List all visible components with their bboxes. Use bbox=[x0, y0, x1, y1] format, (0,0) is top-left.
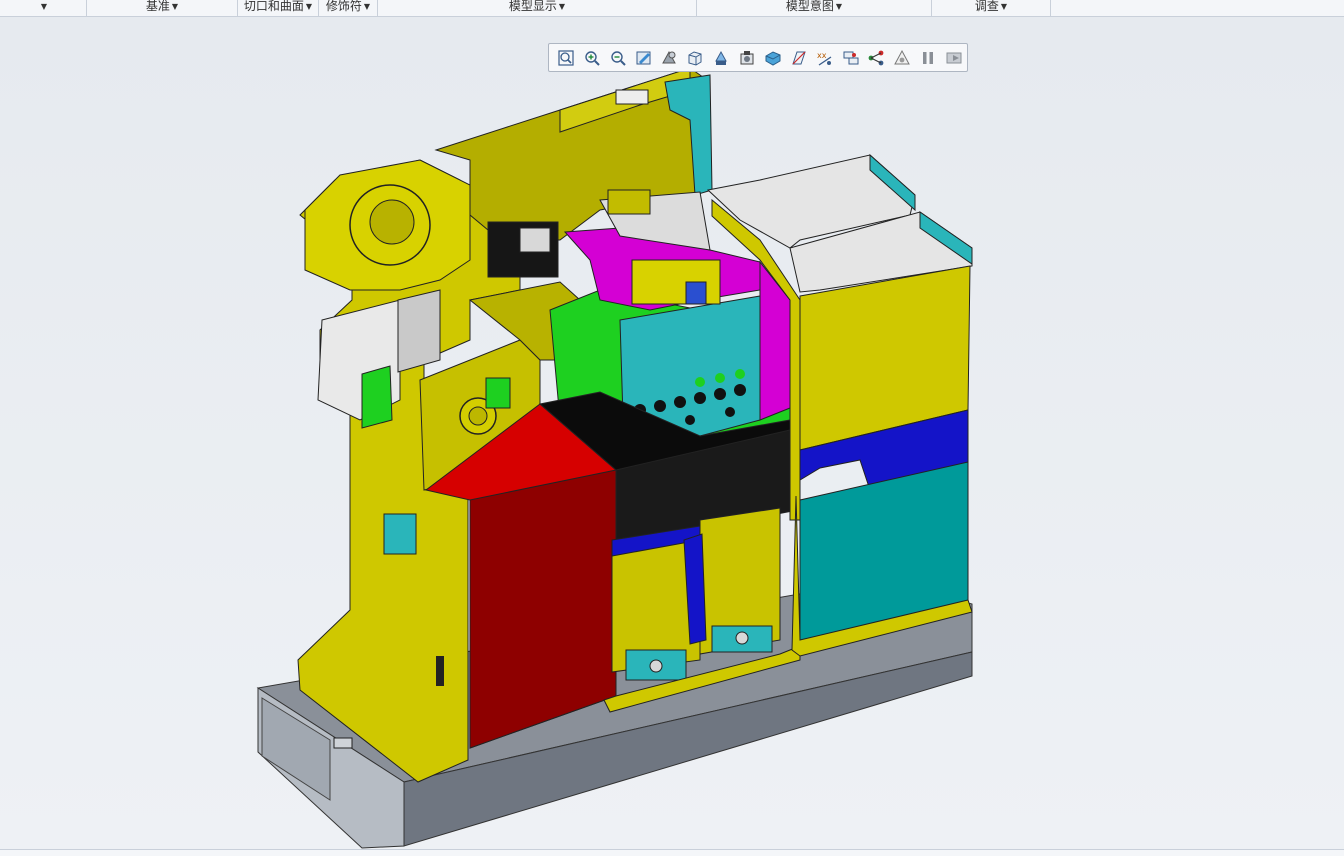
perspective-icon[interactable] bbox=[734, 45, 760, 71]
saved-orientations-icon[interactable] bbox=[682, 45, 708, 71]
view-manager-icon[interactable] bbox=[708, 45, 734, 71]
chevron-down-icon: ▼ bbox=[40, 2, 48, 11]
spin-center-icon[interactable] bbox=[838, 45, 864, 71]
svg-text:xx: xx bbox=[817, 51, 827, 60]
chevron-down-icon: ▼ bbox=[1000, 2, 1008, 11]
green-clip-left bbox=[361, 365, 393, 429]
cancel-regen-icon[interactable] bbox=[941, 45, 967, 71]
ribbon-group-investigate[interactable]: 调查 ▼ bbox=[932, 0, 1051, 16]
grey-bracket bbox=[397, 289, 441, 373]
datum-display-icon[interactable] bbox=[786, 45, 812, 71]
pause-icon[interactable] bbox=[915, 45, 941, 71]
ribbon-group-model-intent[interactable]: 模型意图 ▼ bbox=[697, 0, 932, 16]
zoom-out-icon[interactable] bbox=[605, 45, 631, 71]
knob-center bbox=[468, 406, 488, 426]
node-filter-icon[interactable] bbox=[864, 45, 890, 71]
hinge-bracket bbox=[607, 189, 651, 215]
cad-model-3d-view[interactable] bbox=[0, 17, 1344, 849]
ribbon-group-cut-surface[interactable]: 切口和曲面 ▼ bbox=[238, 0, 319, 16]
ribbon-group-modifiers[interactable]: 修饰符 ▼ bbox=[319, 0, 378, 16]
chevron-down-icon: ▼ bbox=[363, 2, 371, 11]
chevron-down-icon: ▼ bbox=[305, 2, 313, 11]
graphics-toolbar: xx bbox=[548, 43, 968, 72]
ribbon-group-label: 修饰符 bbox=[325, 0, 362, 13]
section-icon[interactable] bbox=[760, 45, 786, 71]
annotation-display-icon[interactable]: xx bbox=[812, 45, 838, 71]
appearance-icon[interactable] bbox=[889, 45, 915, 71]
ribbon-group-0[interactable]: ▼ bbox=[0, 0, 87, 16]
relay-label-plate bbox=[519, 227, 551, 253]
slot-mark bbox=[436, 656, 444, 686]
ribbon-group-strip: ▼ 基准 ▼ 切口和曲面 ▼ 修饰符 ▼ 模型显示 ▼ 模型意图 ▼ 调查 ▼ bbox=[0, 0, 1344, 17]
graphics-viewport[interactable]: xx bbox=[0, 17, 1344, 849]
zoom-in-icon[interactable] bbox=[579, 45, 605, 71]
ribbon-group-label: 基准 bbox=[145, 0, 170, 13]
yellow-label-plate bbox=[631, 259, 721, 305]
ribbon-group-label: 模型显示 bbox=[508, 0, 557, 13]
ribbon-group-label: 调查 bbox=[974, 0, 999, 13]
teal-window bbox=[383, 513, 417, 555]
rating-label bbox=[615, 89, 649, 105]
ribbon-group-label: 切口和曲面 bbox=[243, 0, 304, 13]
ribbon-group-datum[interactable]: 基准 ▼ bbox=[87, 0, 238, 16]
mechanism-hub bbox=[369, 199, 415, 245]
chevron-down-icon: ▼ bbox=[171, 2, 179, 11]
repaint-icon[interactable] bbox=[631, 45, 657, 71]
chevron-down-icon: ▼ bbox=[835, 2, 843, 11]
display-style-icon[interactable] bbox=[657, 45, 683, 71]
base-handle bbox=[333, 737, 353, 749]
ribbon-group-label: 模型意图 bbox=[785, 0, 834, 13]
green-tab bbox=[485, 377, 511, 409]
refit-icon[interactable] bbox=[553, 45, 579, 71]
chevron-down-icon: ▼ bbox=[558, 2, 566, 11]
ribbon-group-model-display[interactable]: 模型显示 ▼ bbox=[378, 0, 697, 16]
blue-connector bbox=[685, 281, 707, 305]
